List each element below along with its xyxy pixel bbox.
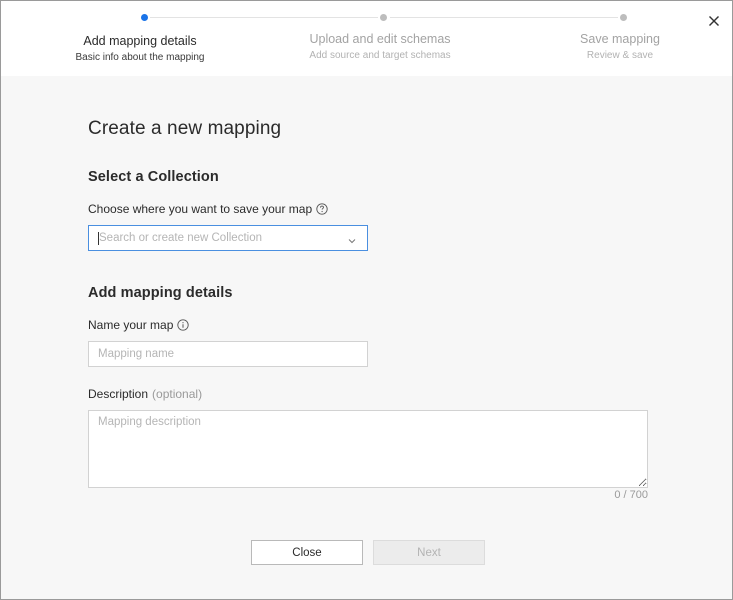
chevron-down-icon[interactable] <box>347 233 357 244</box>
collection-label: Choose where you want to save your map <box>88 202 328 216</box>
step-3-indicator <box>620 14 627 21</box>
step-1-subtitle: Basic info about the mapping <box>75 52 205 63</box>
character-counter: 0 / 700 <box>614 489 648 501</box>
info-circle-icon[interactable] <box>177 319 190 331</box>
optional-hint: (optional) <box>152 387 203 401</box>
stepper-connector <box>390 17 618 18</box>
step-1-indicator <box>141 14 148 21</box>
collection-label-text: Choose where you want to save your map <box>88 202 313 216</box>
collection-section-title: Select a Collection <box>88 169 219 185</box>
stepper-connector <box>150 17 378 18</box>
step-3-title: Save mapping <box>580 32 660 46</box>
step-3-subtitle: Review & save <box>586 50 654 61</box>
page-title: Create a new mapping <box>88 118 282 139</box>
name-label-text: Name your map <box>88 318 174 332</box>
next-button[interactable]: Next <box>373 540 485 565</box>
step-2-title: Upload and edit schemas <box>309 32 451 46</box>
collection-search-input[interactable] <box>99 232 347 244</box>
description-label-text: Description <box>88 387 149 401</box>
mapping-description-input[interactable] <box>88 410 648 488</box>
collection-combobox[interactable] <box>88 225 368 251</box>
step-1-title: Add mapping details <box>83 34 197 48</box>
step-2-subtitle: Add source and target schemas <box>309 50 451 61</box>
stepper: Add mapping details Basic info about the… <box>1 1 732 76</box>
close-icon[interactable] <box>704 11 724 31</box>
step-2-indicator <box>380 14 387 21</box>
create-mapping-dialog: Add mapping details Basic info about the… <box>0 0 733 600</box>
name-label: Name your map <box>88 318 190 332</box>
close-button[interactable]: Close <box>251 540 363 565</box>
description-label: Description (optional) <box>88 387 202 401</box>
details-section-title: Add mapping details <box>88 285 233 301</box>
mapping-name-input[interactable] <box>88 341 368 367</box>
question-circle-icon[interactable] <box>316 203 328 215</box>
